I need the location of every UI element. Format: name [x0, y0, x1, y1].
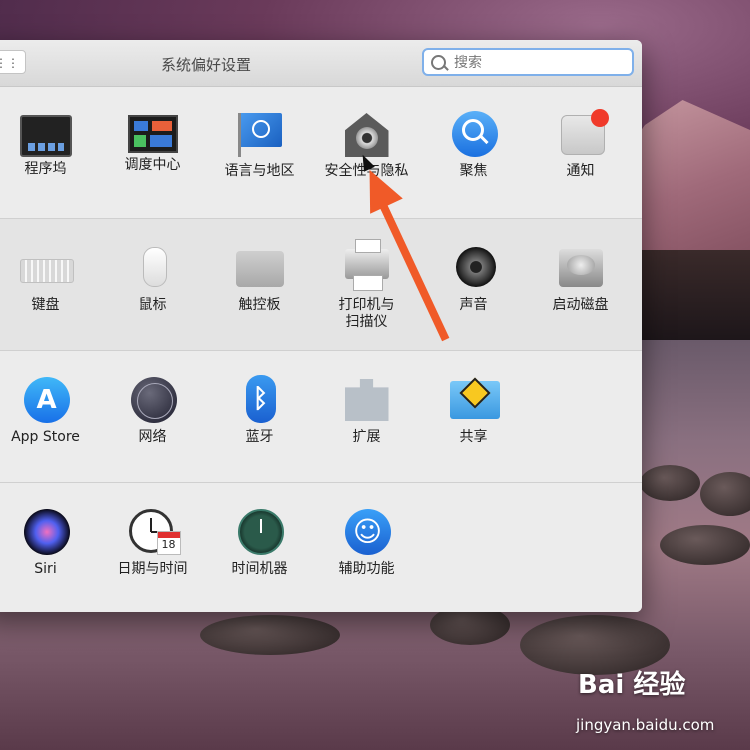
pane-keyboard[interactable]: 键盘: [0, 241, 99, 314]
pane-label: Siri: [34, 561, 57, 577]
watermark-url: jingyan.baidu.com: [576, 716, 715, 734]
pane-sound[interactable]: 声音: [420, 241, 527, 314]
search-input[interactable]: [452, 52, 626, 74]
pane-siri[interactable]: Siri: [0, 505, 99, 578]
prefs-section-personal: 程序坞 调度中心 语言与地区 安全性与隐私 聚焦 通知: [0, 87, 642, 219]
language-region-icon: [234, 107, 286, 159]
pane-label: 时间机器: [231, 561, 288, 577]
pane-label: 共享: [459, 429, 488, 445]
pane-label: 鼠标: [138, 297, 167, 313]
baidu-jingyan-logo: Bai 经验: [578, 670, 686, 700]
extensions-icon: [341, 373, 393, 425]
accessibility-icon: ☺: [341, 505, 393, 557]
time-machine-icon: [234, 505, 286, 557]
prefs-section-system: Siri 18 日期与时间 时间机器 ☺ 辅助功能: [0, 483, 642, 612]
keyboard-icon: [19, 241, 74, 293]
pane-label: 日期与时间: [117, 561, 188, 577]
pane-label: 网络: [138, 429, 167, 445]
app-store-icon: A: [20, 373, 72, 425]
pane-mouse[interactable]: 鼠标: [99, 241, 206, 314]
pane-sharing[interactable]: 共享: [420, 373, 527, 446]
pane-extensions[interactable]: 扩展: [313, 373, 420, 446]
window-titlebar: ⋮⋮⋮ 系统偏好设置: [0, 40, 642, 87]
trackpad-icon: [234, 241, 286, 293]
wallpaper-rock: [640, 465, 700, 501]
wallpaper-rock: [200, 615, 340, 655]
network-icon: [127, 373, 179, 425]
pane-label: 键盘: [31, 297, 60, 313]
calendar-day: 18: [156, 531, 181, 555]
system-preferences-window: ⋮⋮⋮ 系统偏好设置 程序坞 调度中心 语言与地区: [0, 40, 642, 612]
prefs-section-hardware: 键盘 鼠标 触控板 打印机与 扫描仪 声音 启动磁盘: [0, 219, 642, 351]
pane-spotlight[interactable]: 聚焦: [420, 107, 527, 180]
siri-icon: [20, 505, 72, 557]
pane-label: 打印机与 扫描仪: [338, 297, 395, 330]
pane-label: 触控板: [238, 297, 281, 313]
pane-date-time[interactable]: 18 日期与时间: [99, 505, 206, 578]
prefs-section-internet: A App Store 网络 ᛒ 蓝牙 扩展 共享: [0, 351, 642, 483]
security-privacy-icon: [341, 107, 393, 159]
window-title: 系统偏好设置: [160, 56, 251, 74]
bluetooth-icon: ᛒ: [234, 373, 286, 425]
pane-bluetooth[interactable]: ᛒ 蓝牙: [206, 373, 313, 446]
date-time-icon: 18: [127, 505, 181, 557]
pane-mission-control[interactable]: 调度中心: [99, 107, 206, 174]
pane-time-machine[interactable]: 时间机器: [206, 505, 313, 578]
mouse-icon: [127, 241, 179, 293]
sound-icon: [448, 241, 500, 293]
pane-label: 扩展: [352, 429, 381, 445]
mission-control-icon: [127, 115, 178, 153]
pane-network[interactable]: 网络: [99, 373, 206, 446]
dock-icon: [19, 115, 72, 157]
wallpaper-rock: [660, 525, 750, 565]
pane-notifications[interactable]: 通知: [527, 107, 634, 180]
pane-startup-disk[interactable]: 启动磁盘: [527, 241, 634, 314]
pane-label: 启动磁盘: [552, 297, 609, 313]
pane-label: 辅助功能: [338, 561, 395, 577]
pane-label: 聚焦: [459, 163, 488, 179]
pane-accessibility[interactable]: ☺ 辅助功能: [313, 505, 420, 578]
pane-label: 语言与地区: [224, 163, 295, 179]
startup-disk-icon: [555, 241, 607, 293]
notifications-icon: [555, 107, 609, 159]
pane-label: 程序坞: [24, 161, 67, 177]
pane-label: App Store: [11, 429, 80, 445]
pane-label: 通知: [566, 163, 595, 179]
pane-label: 调度中心: [124, 157, 181, 173]
pane-trackpad[interactable]: 触控板: [206, 241, 313, 314]
sharing-icon: [448, 373, 500, 425]
pane-app-store[interactable]: A App Store: [0, 373, 99, 446]
search-field[interactable]: [422, 48, 634, 76]
pane-language-region[interactable]: 语言与地区: [206, 107, 313, 180]
spotlight-icon: [448, 107, 500, 159]
pane-label: 蓝牙: [245, 429, 274, 445]
pane-dock[interactable]: 程序坞: [0, 107, 99, 178]
printer-icon: [341, 239, 393, 293]
search-icon: [431, 55, 446, 70]
